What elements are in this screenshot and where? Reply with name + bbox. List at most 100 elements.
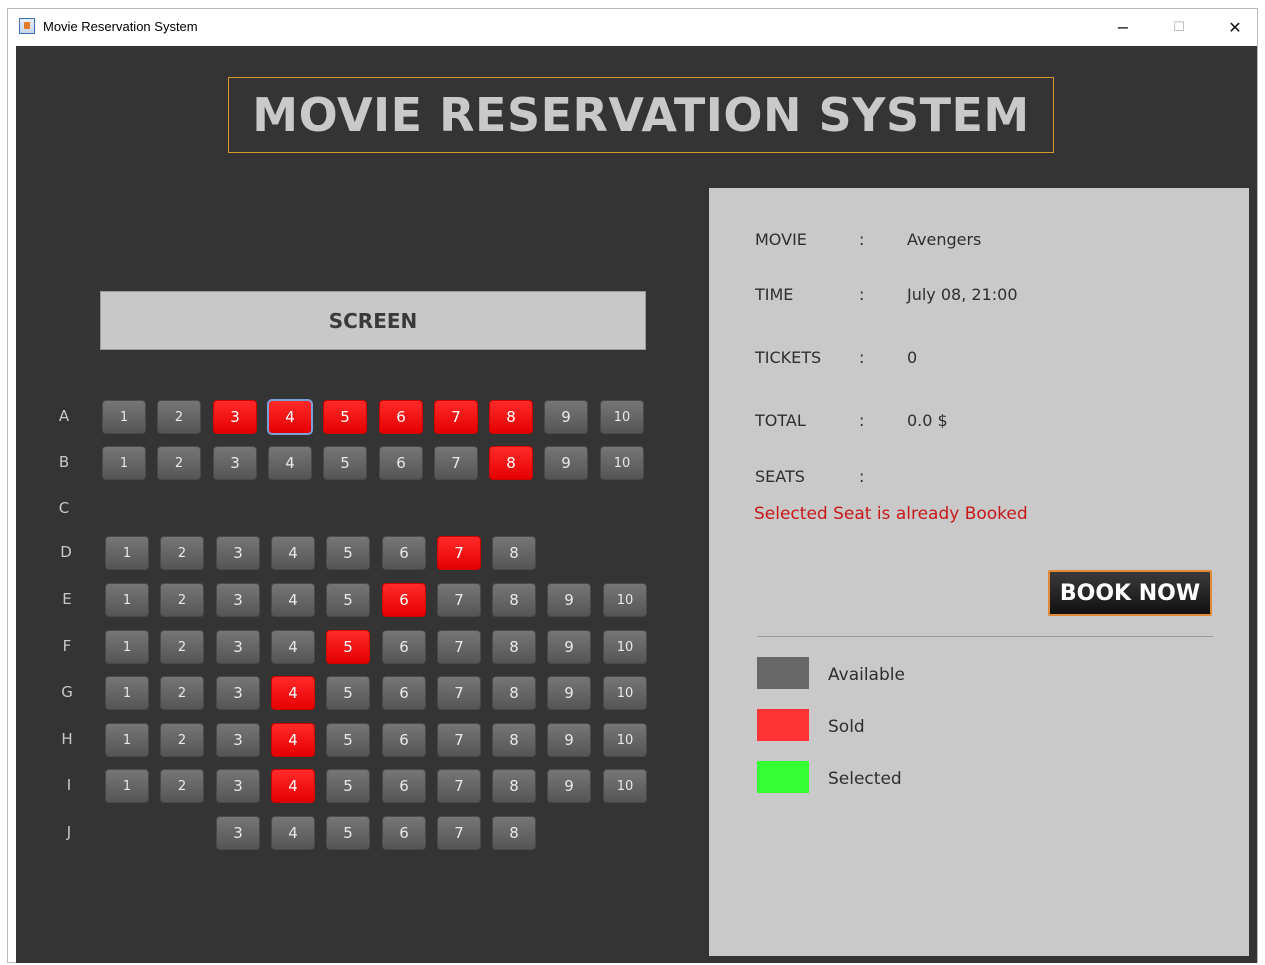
row-label-g: G [61,683,73,701]
seat-i4[interactable]: 4 [271,769,315,803]
seat-a10[interactable]: 10 [600,400,644,434]
seat-b10[interactable]: 10 [600,446,644,480]
seat-a4[interactable]: 4 [267,399,313,435]
seat-b3[interactable]: 3 [213,446,257,480]
seat-g5[interactable]: 5 [326,676,370,710]
seat-f3[interactable]: 3 [216,630,260,664]
seat-d1[interactable]: 1 [105,536,149,570]
seat-i2[interactable]: 2 [160,769,204,803]
seat-g4[interactable]: 4 [271,676,315,710]
seat-a9[interactable]: 9 [544,400,588,434]
header-banner: MOVIE RESERVATION SYSTEM [228,77,1054,153]
seat-e5[interactable]: 5 [326,583,370,617]
seat-i1[interactable]: 1 [105,769,149,803]
row-label-h: H [61,730,73,748]
seat-j3[interactable]: 3 [216,816,260,850]
seat-i3[interactable]: 3 [216,769,260,803]
seat-i7[interactable]: 7 [437,769,481,803]
seat-h8[interactable]: 8 [492,723,536,757]
seat-a7[interactable]: 7 [434,400,478,434]
seat-f9[interactable]: 9 [547,630,591,664]
seat-h1[interactable]: 1 [105,723,149,757]
total-colon: : [859,411,865,430]
seat-g6[interactable]: 6 [382,676,426,710]
seat-g8[interactable]: 8 [492,676,536,710]
row-label-j: J [66,823,72,841]
time-label: TIME [755,285,794,304]
seat-g7[interactable]: 7 [437,676,481,710]
seat-a5[interactable]: 5 [323,400,367,434]
row-label-i: I [66,776,72,794]
seat-e9[interactable]: 9 [547,583,591,617]
seat-b4[interactable]: 4 [268,446,312,480]
seat-j4[interactable]: 4 [271,816,315,850]
seat-i9[interactable]: 9 [547,769,591,803]
book-now-button[interactable]: BOOK NOW [1048,570,1212,616]
seat-b7[interactable]: 7 [434,446,478,480]
seat-j7[interactable]: 7 [437,816,481,850]
close-button[interactable]: ✕ [1212,9,1258,46]
seat-a8[interactable]: 8 [489,400,533,434]
maximize-button[interactable]: ☐ [1156,9,1202,46]
seat-e6[interactable]: 6 [382,583,426,617]
booking-info-panel: MOVIE : Avengers TIME : July 08, 21:00 T… [709,188,1249,956]
seat-j5[interactable]: 5 [326,816,370,850]
seat-b6[interactable]: 6 [379,446,423,480]
seat-f8[interactable]: 8 [492,630,536,664]
row-label-f: F [62,637,72,655]
seat-f5[interactable]: 5 [326,630,370,664]
seat-d6[interactable]: 6 [382,536,426,570]
seat-f7[interactable]: 7 [437,630,481,664]
seat-h6[interactable]: 6 [382,723,426,757]
seat-e7[interactable]: 7 [437,583,481,617]
seat-e3[interactable]: 3 [216,583,260,617]
seat-a6[interactable]: 6 [379,400,423,434]
seat-d5[interactable]: 5 [326,536,370,570]
seat-h3[interactable]: 3 [216,723,260,757]
row-label-b: B [58,453,70,471]
seat-h10[interactable]: 10 [603,723,647,757]
seat-b8[interactable]: 8 [489,446,533,480]
seat-b2[interactable]: 2 [157,446,201,480]
seat-h5[interactable]: 5 [326,723,370,757]
seat-f4[interactable]: 4 [271,630,315,664]
seat-h9[interactable]: 9 [547,723,591,757]
seat-a3[interactable]: 3 [213,400,257,434]
seat-i10[interactable]: 10 [603,769,647,803]
sold-legend-label: Sold [828,717,865,737]
seat-d3[interactable]: 3 [216,536,260,570]
seat-f1[interactable]: 1 [105,630,149,664]
minimize-button[interactable]: − [1100,9,1146,46]
seat-g10[interactable]: 10 [603,676,647,710]
seat-e10[interactable]: 10 [603,583,647,617]
seat-i6[interactable]: 6 [382,769,426,803]
seat-e1[interactable]: 1 [105,583,149,617]
seat-j8[interactable]: 8 [492,816,536,850]
seat-i5[interactable]: 5 [326,769,370,803]
seat-f2[interactable]: 2 [160,630,204,664]
seat-d7[interactable]: 7 [437,536,481,570]
seat-a2[interactable]: 2 [157,400,201,434]
seat-g3[interactable]: 3 [216,676,260,710]
seat-j6[interactable]: 6 [382,816,426,850]
available-swatch [757,657,809,689]
seat-h7[interactable]: 7 [437,723,481,757]
seat-g9[interactable]: 9 [547,676,591,710]
seat-e8[interactable]: 8 [492,583,536,617]
seat-f6[interactable]: 6 [382,630,426,664]
seat-g1[interactable]: 1 [105,676,149,710]
seat-b9[interactable]: 9 [544,446,588,480]
seat-i8[interactable]: 8 [492,769,536,803]
seat-f10[interactable]: 10 [603,630,647,664]
seat-d4[interactable]: 4 [271,536,315,570]
seat-g2[interactable]: 2 [160,676,204,710]
seat-h2[interactable]: 2 [160,723,204,757]
seat-d2[interactable]: 2 [160,536,204,570]
seat-b1[interactable]: 1 [102,446,146,480]
seat-e4[interactable]: 4 [271,583,315,617]
seat-b5[interactable]: 5 [323,446,367,480]
seat-a1[interactable]: 1 [102,400,146,434]
seat-d8[interactable]: 8 [492,536,536,570]
seat-e2[interactable]: 2 [160,583,204,617]
seat-h4[interactable]: 4 [271,723,315,757]
